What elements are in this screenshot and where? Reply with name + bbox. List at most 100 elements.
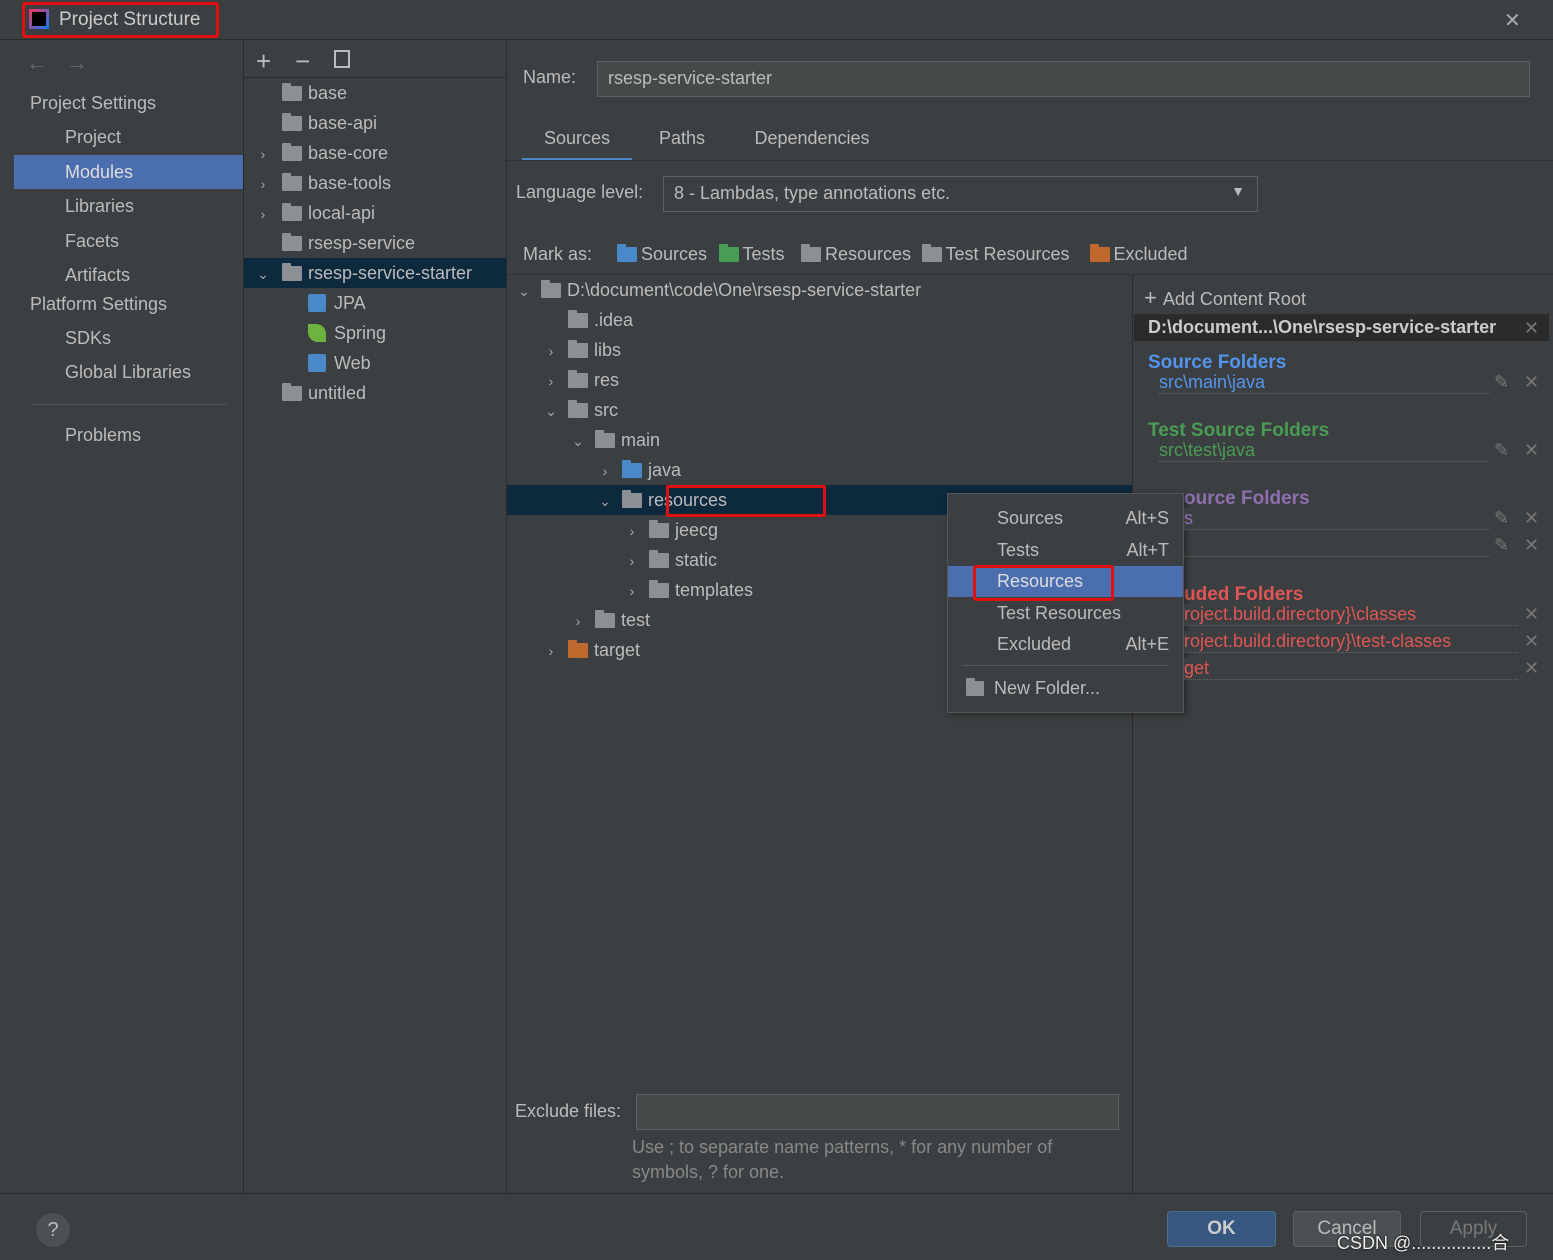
name-input[interactable]: rsesp-service-starter [597, 61, 1530, 97]
test-folders-title: Test Source Folders [1148, 420, 1330, 441]
module-item[interactable]: base [244, 78, 506, 108]
sidebar-item-problems[interactable]: Problems [14, 418, 243, 452]
help-button[interactable]: ? [36, 1213, 70, 1247]
module-item[interactable]: › base-core [244, 138, 506, 168]
menu-item-test-resources[interactable]: Test Resources [948, 598, 1183, 629]
edit-pencil-icon[interactable]: ✎ [1494, 440, 1509, 461]
chevron-icon[interactable]: ⌄ [254, 259, 272, 289]
mark-as-excluded[interactable]: Excluded [1089, 244, 1188, 265]
sidebar-item-project[interactable]: Project [14, 120, 243, 154]
remove-folder-icon[interactable]: ✕ [1524, 508, 1539, 529]
nav-divider [32, 404, 227, 405]
menu-item-sources[interactable]: Sources Alt+S [948, 503, 1183, 534]
test-resources-folder-icon [921, 244, 942, 262]
folder-icon [595, 430, 615, 448]
menu-item-excluded[interactable]: Excluded Alt+E [948, 629, 1183, 660]
remove-folder-icon[interactable]: ✕ [1524, 372, 1539, 393]
menu-item-shortcut: Alt+E [1125, 634, 1169, 654]
sidebar-item-libraries[interactable]: Libraries [14, 189, 243, 223]
chevron-icon[interactable]: ⌄ [542, 396, 560, 426]
folder-icon [595, 610, 615, 628]
module-label: untitled [308, 383, 367, 403]
chevron-icon[interactable]: › [254, 139, 272, 169]
module-item[interactable]: › local-api [244, 198, 506, 228]
folder-icon [541, 280, 561, 298]
mark-as-tests[interactable]: Tests [718, 244, 785, 265]
remove-module-icon[interactable]: − [295, 46, 310, 77]
mark-as-resources[interactable]: Resources [801, 244, 911, 265]
copy-module-icon[interactable] [334, 50, 350, 68]
tree-node[interactable]: ⌄ D:\document\code\One\rsesp-service-star… [507, 275, 1132, 305]
chevron-icon[interactable]: › [542, 366, 560, 396]
new-folder-menu-item[interactable]: New Folder... [966, 678, 1100, 699]
module-item[interactable]: rsesp-service [244, 228, 506, 258]
remove-folder-icon[interactable]: ✕ [1524, 440, 1539, 461]
chevron-icon[interactable]: › [542, 636, 560, 666]
resource-folders-title: ource Folders [1184, 488, 1310, 509]
edit-pencil-icon[interactable]: ✎ [1494, 535, 1509, 556]
sidebar-item-sdks[interactable]: SDKs [14, 321, 243, 355]
nav-forward-icon[interactable]: → [66, 50, 88, 76]
chevron-icon[interactable]: › [569, 606, 587, 636]
module-item[interactable]: ⌄ rsesp-service-starter [244, 258, 506, 288]
dotted-leader [1159, 461, 1490, 462]
module-label: base-core [308, 143, 389, 163]
sidebar-item-facets[interactable]: Facets [14, 224, 243, 258]
chevron-icon[interactable]: ⌄ [515, 276, 533, 306]
tree-node[interactable]: › libs [507, 335, 1132, 365]
chevron-icon[interactable]: › [542, 336, 560, 366]
language-level-select[interactable]: 8 - Lambdas, type annotations etc. ▼ [663, 176, 1258, 212]
module-item[interactable]: Web [244, 348, 506, 378]
exclude-files-input[interactable] [636, 1094, 1119, 1130]
chevron-icon[interactable]: › [254, 199, 272, 229]
add-content-root-button[interactable]: + Add Content Root [1144, 285, 1306, 311]
csdn-watermark: CSDN @................合 [1337, 1233, 1510, 1253]
tree-node-label: .idea [594, 310, 634, 330]
remove-folder-icon[interactable]: ✕ [1524, 604, 1539, 625]
remove-root-icon[interactable]: ✕ [1524, 318, 1539, 339]
tree-node[interactable]: ⌄ main [507, 425, 1132, 455]
mark-as-test-resources[interactable]: Test Resources [921, 244, 1070, 265]
sidebar-item-artifacts[interactable]: Artifacts [14, 258, 243, 292]
tree-node[interactable]: .idea [507, 305, 1132, 335]
module-item[interactable]: JPA [244, 288, 506, 318]
module-item[interactable]: base-api [244, 108, 506, 138]
menu-item-tests[interactable]: Tests Alt+T [948, 535, 1183, 566]
folder-icon [649, 580, 669, 598]
tree-node-label: test [621, 610, 651, 630]
remove-folder-icon[interactable]: ✕ [1524, 535, 1539, 556]
chevron-icon[interactable]: ⌄ [569, 426, 587, 456]
chevron-icon[interactable]: › [596, 456, 614, 486]
sidebar-item-modules[interactable]: Modules [14, 154, 243, 189]
edit-pencil-icon[interactable]: ✎ [1494, 372, 1509, 393]
module-item[interactable]: untitled [244, 378, 506, 408]
tree-node[interactable]: › java [507, 455, 1132, 485]
tab-dependencies[interactable]: Dependencies [732, 128, 892, 161]
chevron-icon[interactable]: › [623, 516, 641, 546]
chevron-icon[interactable]: › [254, 169, 272, 199]
remove-folder-icon[interactable]: ✕ [1524, 658, 1539, 679]
sidebar-item-global-libraries[interactable]: Global Libraries [14, 355, 243, 389]
plus-icon: + [1144, 285, 1157, 310]
nav-back-icon[interactable]: ← [26, 50, 48, 76]
edit-pencil-icon[interactable]: ✎ [1494, 508, 1509, 529]
add-module-icon[interactable]: + [256, 46, 271, 77]
chevron-icon[interactable]: › [623, 576, 641, 606]
close-icon[interactable]: ✕ [1504, 8, 1521, 33]
dotted-leader [1184, 679, 1518, 680]
chevron-icon[interactable]: › [623, 546, 641, 576]
dotted-leader [1184, 529, 1490, 530]
mark-as-sources[interactable]: Sources [617, 244, 707, 265]
folder-icon [649, 550, 669, 568]
tree-node[interactable]: ⌄ src [507, 395, 1132, 425]
chevron-icon[interactable]: ⌄ [596, 486, 614, 516]
tree-node[interactable]: › res [507, 365, 1132, 395]
module-item[interactable]: Spring [244, 318, 506, 348]
tab-paths[interactable]: Paths [637, 128, 727, 161]
tree-node-label: main [621, 430, 661, 450]
excluded-folders-title: uded Folders [1184, 584, 1304, 605]
ok-button[interactable]: OK [1167, 1211, 1276, 1247]
remove-folder-icon[interactable]: ✕ [1524, 631, 1539, 652]
tab-sources[interactable]: Sources [522, 128, 632, 161]
module-item[interactable]: › base-tools [244, 168, 506, 198]
